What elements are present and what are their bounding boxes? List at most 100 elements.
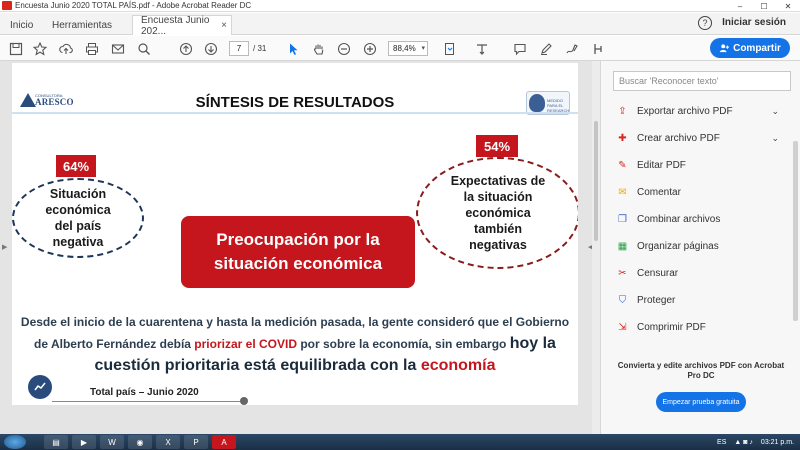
right-ellipse-text: Expectativas de la situación económica t… — [451, 173, 546, 253]
body-emphasis: cuestión prioritaria está equilibrada co… — [94, 357, 421, 374]
main-toolbar: 7 / 31 88,4% Compartir — [0, 36, 800, 61]
search-zoom-icon[interactable] — [136, 41, 152, 57]
document-scrollbar[interactable] — [592, 61, 600, 434]
redact-icon: ✂ — [618, 267, 627, 279]
right-text-line: negativas — [469, 238, 527, 252]
tab-document[interactable]: Encuesta Junio 202... × — [132, 15, 232, 37]
page-number-input[interactable]: 7 — [229, 41, 249, 56]
signin-link[interactable]: Iniciar sesión — [722, 17, 786, 28]
chrome-taskbar-icon[interactable]: ◉ — [128, 435, 152, 449]
tray-icons[interactable]: ▲ ◙ ♪ — [734, 439, 753, 446]
media-taskbar-icon[interactable]: ▶ — [72, 435, 96, 449]
windows-taskbar: ▤ ▶ W ◉ X P A ES ▲ ◙ ♪ 03:21 p.m. — [0, 434, 800, 450]
sign-pen-icon[interactable] — [564, 41, 580, 57]
tools-pane-scrollbar[interactable] — [793, 141, 798, 321]
share-button[interactable]: Compartir — [710, 38, 790, 58]
print-icon[interactable] — [84, 41, 100, 57]
language-indicator[interactable]: ES — [717, 439, 726, 446]
share-button-label: Compartir — [733, 42, 781, 54]
body-highlight: priorizar el COVID — [194, 337, 297, 351]
tab-bar: Inicio Herramientas Encuesta Junio 202..… — [0, 13, 800, 37]
comment-tool-icon[interactable] — [512, 41, 528, 57]
help-icon[interactable]: ? — [698, 16, 712, 30]
previous-page-icon[interactable] — [178, 41, 194, 57]
tool-item-protect[interactable]: ⛉ Proteger — [616, 291, 791, 309]
protect-icon: ⛉ — [618, 294, 627, 306]
body-line-1: Desde el inicio de la cuarentena y hasta… — [20, 315, 570, 329]
save-icon[interactable] — [8, 41, 24, 57]
zoom-select[interactable]: 88,4% — [388, 41, 428, 56]
tools-pane: Buscar 'Reconocer texto' ⇪ Exportar archi… — [600, 61, 800, 434]
tool-item-edit-pdf[interactable]: ✎ Editar PDF — [616, 156, 791, 174]
create-pdf-icon: ✚ — [618, 132, 627, 144]
upload-cloud-icon[interactable] — [58, 41, 74, 57]
left-text-line: económica — [45, 203, 111, 217]
pdf-page: CONSULTORA ARESCO SÍNTESIS DE RESULTADOS… — [12, 63, 578, 405]
tool-item-comment[interactable]: ✉ Comentar — [616, 183, 791, 201]
page-fit-icon[interactable] — [442, 41, 458, 57]
highlight-pen-icon[interactable] — [538, 41, 554, 57]
window-controls: – ☐ ✕ — [728, 0, 800, 12]
central-line: Preocupación por la — [216, 230, 380, 249]
tool-item-export-pdf[interactable]: ⇪ Exportar archivo PDF ⌄ — [616, 102, 791, 120]
tab-inicio[interactable]: Inicio — [2, 15, 41, 35]
tool-item-combine[interactable]: ❐ Combinar archivos — [616, 210, 791, 228]
close-window-button[interactable]: ✕ — [776, 0, 800, 12]
tool-item-compress[interactable]: ⇲ Comprimir PDF — [616, 318, 791, 336]
acrobat-taskbar-icon[interactable]: A — [212, 435, 236, 449]
powerpoint-taskbar-icon[interactable]: P — [184, 435, 208, 449]
start-button[interactable] — [4, 435, 26, 449]
central-callout: Preocupación por la situación económica — [181, 216, 415, 288]
tool-item-label: Editar PDF — [637, 159, 686, 171]
bookmark-star-icon[interactable] — [32, 41, 48, 57]
comment-icon: ✉ — [618, 186, 627, 198]
right-text-line: también — [474, 222, 522, 236]
tool-item-label: Comprimir PDF — [637, 321, 706, 333]
tools-search-input[interactable]: Buscar 'Reconocer texto' — [613, 71, 791, 91]
select-cursor-icon[interactable] — [286, 41, 302, 57]
more-tools-icon[interactable] — [590, 41, 606, 57]
slide-title: SÍNTESIS DE RESULTADOS — [195, 94, 395, 111]
left-text-line: negativa — [52, 235, 104, 249]
tool-item-organize[interactable]: ▦ Organizar páginas — [616, 237, 791, 255]
tool-item-label: Proteger — [637, 294, 676, 306]
zoom-out-icon[interactable] — [336, 41, 352, 57]
minimize-button[interactable]: – — [728, 0, 752, 12]
collapse-left-panel-icon[interactable]: ▶ — [2, 243, 7, 251]
footer-label: Total país – Junio 2020 — [90, 387, 199, 398]
excel-taskbar-icon[interactable]: X — [156, 435, 180, 449]
clock[interactable]: 03:21 p.m. — [761, 439, 794, 446]
body-text: por sobre la economía, sin embargo — [297, 337, 510, 351]
body-text: de Alberto Fernández debía — [34, 337, 195, 351]
header-divider — [12, 112, 578, 114]
email-icon[interactable] — [110, 41, 126, 57]
tool-item-label: Censurar — [637, 267, 679, 279]
explorer-taskbar-icon[interactable]: ▤ — [44, 435, 68, 449]
next-page-icon[interactable] — [203, 41, 219, 57]
window-title-bar: Encuesta Junio 2020 TOTAL PAÍS.pdf - Ado… — [0, 0, 800, 12]
hand-tool-icon[interactable] — [311, 41, 327, 57]
word-taskbar-icon[interactable]: W — [100, 435, 124, 449]
partner-logo-label: MEDIDO PARA EL RESEARCH — [547, 98, 570, 113]
right-text-line: económica — [465, 206, 531, 220]
zoom-in-icon[interactable] — [362, 41, 378, 57]
body-paragraph: Desde el inicio de la cuarentena y hasta… — [12, 311, 578, 377]
close-tab-icon[interactable]: × — [221, 20, 227, 31]
chevron-down-icon[interactable]: ⌄ — [771, 133, 779, 144]
scrollbar-thumb[interactable] — [594, 121, 598, 241]
tool-item-redact[interactable]: ✂ Censurar — [616, 264, 791, 282]
export-pdf-icon: ⇪ — [618, 105, 627, 117]
chevron-down-icon[interactable]: ⌄ — [771, 106, 779, 117]
tool-item-label: Crear archivo PDF — [637, 132, 720, 144]
tool-item-label: Exportar archivo PDF — [637, 105, 733, 117]
tab-herramientas[interactable]: Herramientas — [44, 15, 120, 35]
document-viewer[interactable]: ▶ CONSULTORA ARESCO SÍNTESIS DE RESULTAD… — [0, 61, 600, 434]
scroll-mode-icon[interactable] — [474, 41, 490, 57]
maximize-button[interactable]: ☐ — [752, 0, 776, 12]
combine-icon: ❐ — [618, 213, 627, 225]
partner-emblem — [529, 94, 545, 112]
tool-item-create-pdf[interactable]: ✚ Crear archivo PDF ⌄ — [616, 129, 791, 147]
left-percent-badge: 64% — [56, 155, 96, 177]
footer-line — [52, 401, 242, 402]
free-trial-button[interactable]: Empezar prueba gratuita — [656, 392, 746, 412]
